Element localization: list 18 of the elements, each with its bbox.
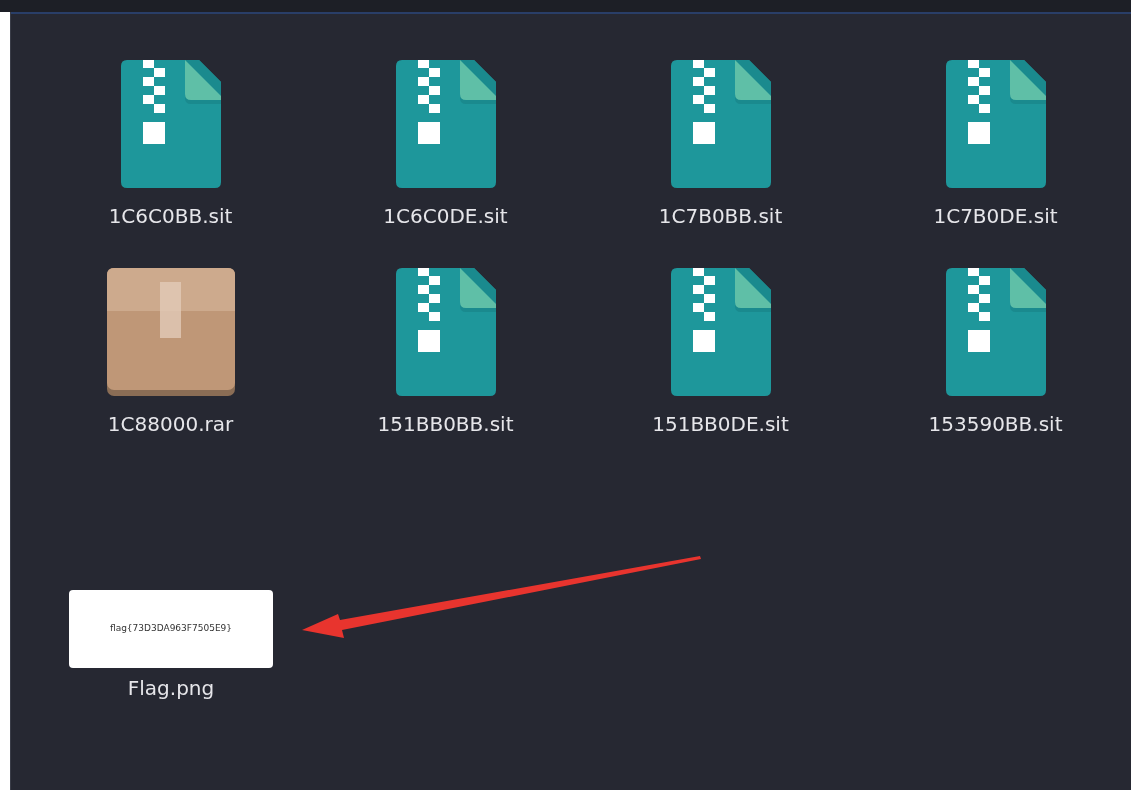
file-name[interactable]: 1C7B0DE.sit <box>933 202 1058 230</box>
thumbnail-text: flag{73D3DA963F7505E9} <box>109 622 233 636</box>
package-icon <box>106 268 235 396</box>
zip-file-icon <box>120 60 221 188</box>
file-name[interactable]: 1C88000.rar <box>107 410 234 438</box>
zip-file-icon <box>945 268 1046 396</box>
zip-file-icon <box>670 268 771 396</box>
file-name[interactable]: 153590BB.sit <box>928 410 1063 438</box>
file-name[interactable]: 151BB0DE.sit <box>652 410 789 438</box>
file-name[interactable]: 1C6C0BB.sit <box>108 202 233 230</box>
zip-file-icon <box>395 268 496 396</box>
file-name[interactable]: 151BB0BB.sit <box>377 410 514 438</box>
zip-file-icon <box>395 60 496 188</box>
file-name[interactable]: 1C6C0DE.sit <box>383 202 508 230</box>
file-name[interactable]: Flag.png <box>127 674 215 702</box>
file-name[interactable]: 1C7B0BB.sit <box>658 202 783 230</box>
zip-file-icon <box>945 60 1046 188</box>
zip-file-icon <box>670 60 771 188</box>
